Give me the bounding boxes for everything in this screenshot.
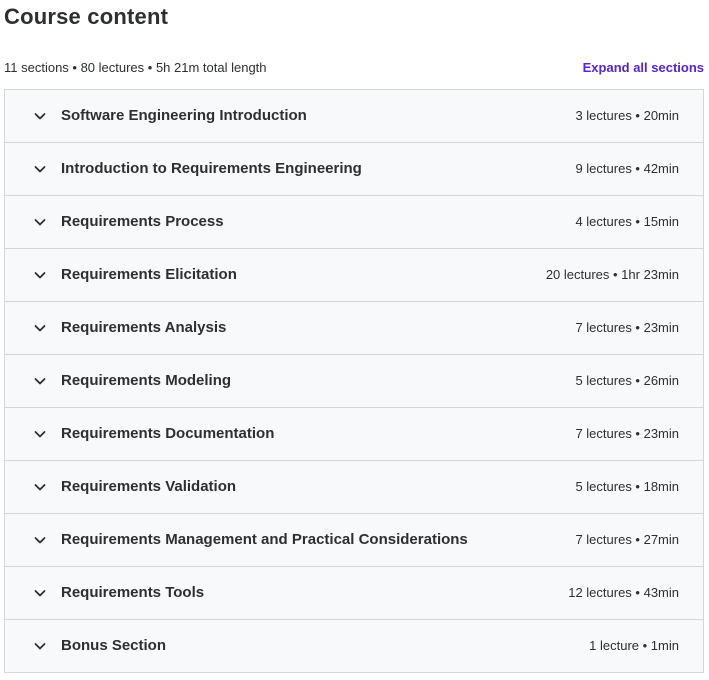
section-title: Requirements Elicitation xyxy=(61,266,237,283)
section-item[interactable]: Requirements Documentation 7 lectures • … xyxy=(5,408,703,461)
section-meta: 1 lecture • 1min xyxy=(589,638,679,653)
chevron-down-icon xyxy=(33,427,47,441)
expand-all-sections-button[interactable]: Expand all sections xyxy=(583,60,704,75)
chevron-down-icon xyxy=(33,215,47,229)
section-meta: 3 lectures • 20min xyxy=(575,108,679,123)
section-meta: 7 lectures • 23min xyxy=(575,320,679,335)
section-title: Introduction to Requirements Engineering xyxy=(61,160,362,177)
course-summary-row: 11 sections • 80 lectures • 5h 21m total… xyxy=(4,60,704,78)
section-item[interactable]: Requirements Tools 12 lectures • 43min xyxy=(5,567,703,620)
section-title: Requirements Process xyxy=(61,213,224,230)
section-title: Bonus Section xyxy=(61,637,167,654)
chevron-down-icon xyxy=(33,639,47,653)
section-meta: 5 lectures • 26min xyxy=(575,373,679,388)
section-item[interactable]: Bonus Section 1 lecture • 1min xyxy=(5,620,703,672)
section-meta: 7 lectures • 23min xyxy=(575,426,679,441)
section-meta: 9 lectures • 42min xyxy=(575,161,679,176)
section-title: Requirements Documentation xyxy=(61,425,275,442)
section-item[interactable]: Requirements Validation 5 lectures • 18m… xyxy=(5,461,703,514)
chevron-down-icon xyxy=(33,374,47,388)
section-meta: 20 lectures • 1hr 23min xyxy=(545,267,679,282)
section-meta: 5 lectures • 18min xyxy=(575,479,679,494)
section-title: Requirements Modeling xyxy=(61,372,232,389)
section-title: Requirements Tools xyxy=(61,584,205,601)
chevron-down-icon xyxy=(33,586,47,600)
chevron-down-icon xyxy=(33,268,47,282)
section-item[interactable]: Requirements Elicitation 20 lectures • 1… xyxy=(5,249,703,302)
section-item[interactable]: Software Engineering Introduction 3 lect… xyxy=(5,90,703,143)
section-item[interactable]: Requirements Analysis 7 lectures • 23min xyxy=(5,302,703,355)
section-title: Software Engineering Introduction xyxy=(61,107,307,124)
chevron-down-icon xyxy=(33,533,47,547)
course-summary: 11 sections • 80 lectures • 5h 21m total… xyxy=(4,60,267,75)
page-title: Course content xyxy=(4,4,169,29)
course-content-panel: Course content 11 sections • 80 lectures… xyxy=(0,0,709,680)
section-item[interactable]: Requirements Process 4 lectures • 15min xyxy=(5,196,703,249)
chevron-down-icon xyxy=(33,480,47,494)
chevron-down-icon xyxy=(33,321,47,335)
chevron-down-icon xyxy=(33,162,47,176)
section-title: Requirements Management and Practical Co… xyxy=(61,531,468,548)
section-meta: 12 lectures • 43min xyxy=(568,585,679,600)
section-list: Software Engineering Introduction 3 lect… xyxy=(4,89,704,673)
section-title: Requirements Analysis xyxy=(61,319,227,336)
section-meta: 7 lectures • 27min xyxy=(575,532,679,547)
chevron-down-icon xyxy=(33,109,47,123)
section-meta: 4 lectures • 15min xyxy=(575,214,679,229)
section-item[interactable]: Requirements Management and Practical Co… xyxy=(5,514,703,567)
section-title: Requirements Validation xyxy=(61,478,237,495)
section-item[interactable]: Requirements Modeling 5 lectures • 26min xyxy=(5,355,703,408)
section-item[interactable]: Introduction to Requirements Engineering… xyxy=(5,143,703,196)
